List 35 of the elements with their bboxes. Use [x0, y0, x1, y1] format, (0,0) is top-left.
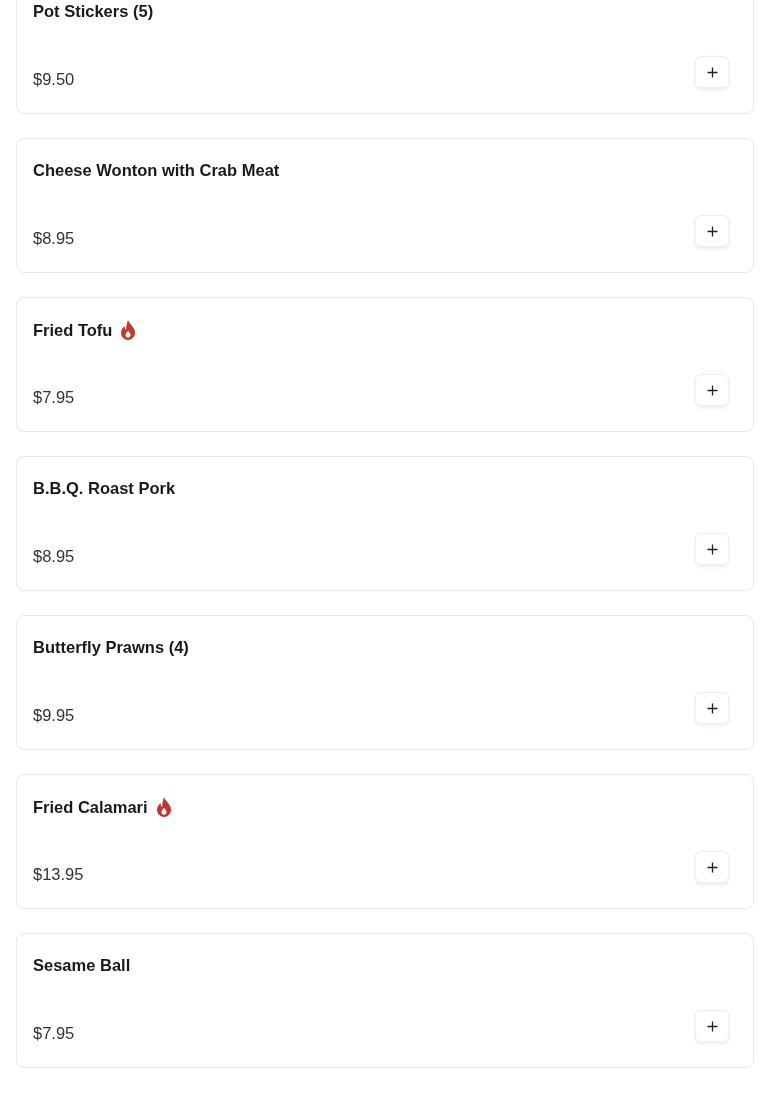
- plus-icon: [706, 225, 718, 237]
- menu-item-card[interactable]: B.B.Q. Roast Pork $8.95: [16, 456, 754, 591]
- menu-item-card[interactable]: Fried Tofu $7.95: [16, 297, 754, 432]
- plus-icon: [706, 543, 718, 555]
- item-name: Cheese Wonton with Crab Meat: [33, 161, 280, 180]
- item-price: $7.95: [33, 1024, 75, 1044]
- plus-icon: [706, 1020, 718, 1032]
- plus-icon: [706, 66, 718, 78]
- plus-icon: [706, 384, 718, 396]
- item-name: B.B.Q. Roast Pork: [33, 479, 176, 498]
- item-name: Fried Calamari: [33, 797, 148, 817]
- plus-icon: [706, 702, 718, 714]
- menu-item-card[interactable]: Cheese Wonton with Crab Meat $8.95: [16, 138, 754, 273]
- item-price: $8.95: [33, 547, 75, 567]
- item-price: $8.95: [33, 229, 75, 249]
- item-name: Pot Stickers (5): [33, 2, 154, 21]
- item-name: Sesame Ball: [33, 956, 131, 975]
- plus-icon: [706, 861, 718, 873]
- add-button[interactable]: [695, 1010, 729, 1042]
- add-button[interactable]: [695, 851, 729, 883]
- item-price: $9.50: [33, 70, 75, 90]
- menu-item-card[interactable]: Butterfly Prawns (4) $9.95: [16, 615, 754, 750]
- item-price: $9.95: [33, 706, 75, 726]
- add-button[interactable]: [695, 56, 729, 88]
- add-button[interactable]: [695, 215, 729, 247]
- menu-item-card[interactable]: Fried Calamari $13.95: [16, 774, 754, 909]
- item-price: $13.95: [33, 865, 84, 885]
- item-name: Fried Tofu: [33, 320, 113, 340]
- item-name: Butterfly Prawns (4): [33, 638, 189, 657]
- add-button[interactable]: [695, 374, 729, 406]
- item-price: $7.95: [33, 388, 75, 408]
- add-button[interactable]: [695, 533, 729, 565]
- menu-item-card[interactable]: Sesame Ball $7.95: [16, 933, 754, 1068]
- menu-item-card[interactable]: Pot Stickers (5) $9.50: [16, 0, 754, 114]
- add-button[interactable]: [695, 692, 729, 724]
